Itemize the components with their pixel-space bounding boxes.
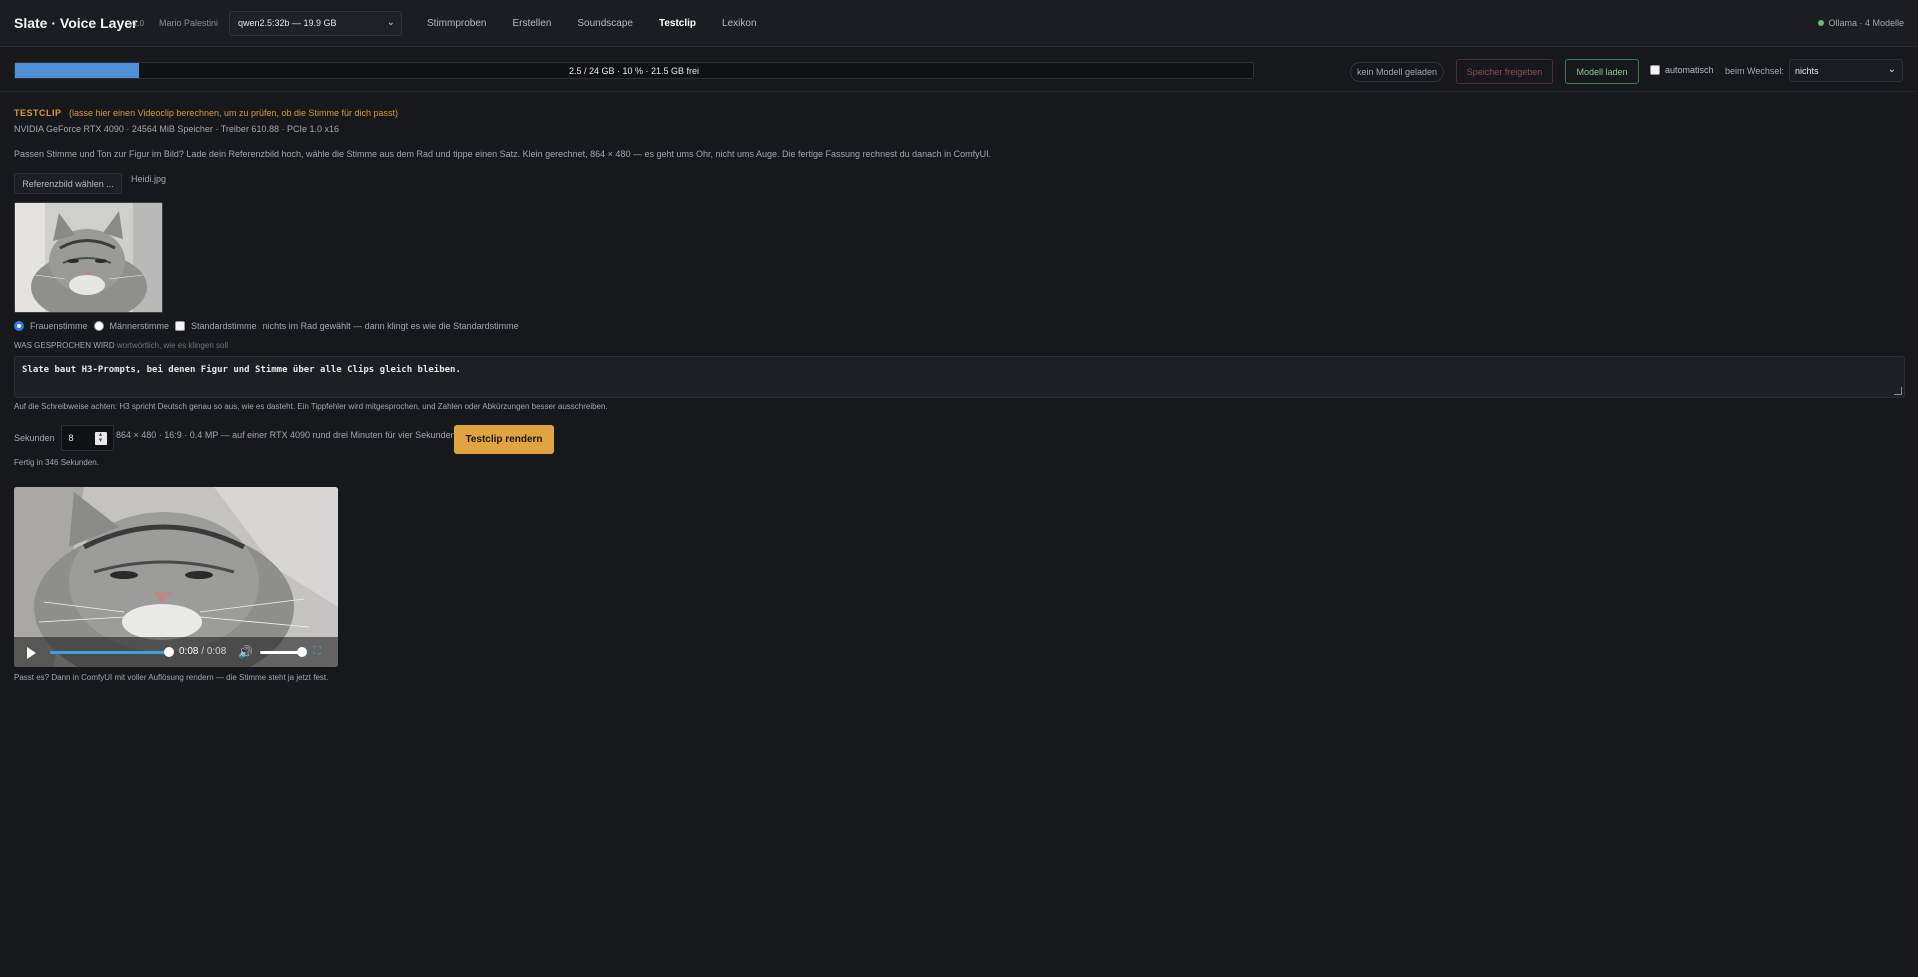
time-separator: /: [198, 646, 207, 657]
spoken-hint: wortwörtlich, wie es klingen soll: [116, 341, 228, 350]
seconds-row: Sekunden 8 ▴ ▾: [14, 425, 120, 451]
reference-thumbnail: [14, 202, 163, 313]
voice-female-label: Frauenstimme: [30, 321, 88, 331]
resize-handle[interactable]: [1894, 387, 1902, 395]
volume-knob[interactable]: [297, 647, 307, 657]
tab-bar: Stimmproben Erstellen Soundscape Testcli…: [418, 0, 774, 47]
chevron-down-icon: ⌄: [1887, 64, 1896, 75]
spoken-label-text: WAS GESPROCHEN WIRD: [14, 341, 115, 350]
seek-knob[interactable]: [164, 647, 174, 657]
voice-male-label: Männerstimme: [109, 321, 170, 331]
time-display: 0:08 / 0:08: [179, 646, 226, 657]
volume-icon[interactable]: 🔊: [238, 645, 253, 659]
render-spec: 864 × 480 · 16:9 · 0.4 MP — auf einer RT…: [116, 430, 456, 440]
model-select-value: qwen2.5:32b — 19.9 GB: [238, 18, 337, 28]
switch-select[interactable]: nichts ⌄: [1789, 59, 1903, 82]
fullscreen-icon[interactable]: ⛶: [313, 645, 321, 658]
final-note: Passt es? Dann in ComfyUI mit voller Auf…: [14, 673, 329, 682]
app-title: Slate · Voice Layer: [14, 15, 138, 31]
checkbox-icon[interactable]: [1650, 65, 1660, 75]
auto-label: automatisch: [1665, 65, 1714, 75]
app-version: v1.0: [129, 19, 145, 28]
ollama-status-text: Ollama · 4 Modelle: [1828, 18, 1904, 28]
time-current: 0:08: [179, 646, 199, 657]
spoken-text-value: Slate baut H3-Prompts, bei denen Figur u…: [22, 365, 461, 375]
spoken-text-input[interactable]: Slate baut H3-Prompts, bei denen Figur u…: [14, 356, 1905, 398]
model-select[interactable]: qwen2.5:32b — 19.9 GB ⌄: [229, 11, 402, 36]
volume-slider[interactable]: [260, 651, 300, 654]
vram-bar: 2.5 / 24 GB · 10 % · 21.5 GB frei kein M…: [0, 50, 1918, 92]
switch-select-value: nichts: [1795, 66, 1819, 76]
load-model-button[interactable]: Modell laden: [1565, 59, 1639, 84]
spoken-label: WAS GESPROCHEN WIRD wortwörtlich, wie es…: [14, 341, 228, 350]
voice-female-radio[interactable]: [14, 321, 24, 331]
author-name: Mario Palestini: [159, 18, 219, 28]
intro-text: Passen Stimme und Ton zur Figur im Bild?…: [14, 149, 992, 159]
tab-erstellen[interactable]: Erstellen: [503, 0, 560, 47]
ollama-status: Ollama · 4 Modelle: [1818, 18, 1904, 28]
vram-meter-text: 2.5 / 24 GB · 10 % · 21.5 GB frei: [568, 66, 700, 76]
section-title: TESTCLIP (lasse hier einen Videoclip ber…: [14, 108, 398, 118]
switch-label: beim Wechsel:: [1725, 66, 1784, 76]
reference-image-button[interactable]: Referenzbild wählen ...: [14, 173, 122, 194]
gpu-info: NVIDIA GeForce RTX 4090 · 24564 MiB Spei…: [14, 124, 339, 134]
reference-file-name: Heidi.jpg: [131, 174, 167, 184]
spelling-note: Auf die Schreibweise achten: H3 spricht …: [14, 402, 608, 411]
play-icon[interactable]: [27, 647, 36, 659]
voice-male-radio[interactable]: [93, 321, 104, 331]
seek-bar[interactable]: [50, 651, 168, 654]
status-dot-icon: [1818, 20, 1825, 26]
vram-meter: 2.5 / 24 GB · 10 % · 21.5 GB frei: [14, 62, 1254, 79]
video-controls: 0:08 / 0:08 🔊 ⛶: [14, 637, 338, 667]
free-memory-button[interactable]: Speicher freigeben: [1456, 59, 1553, 84]
section-heading: TESTCLIP: [14, 108, 62, 118]
seconds-input[interactable]: 8 ▴ ▾: [60, 425, 114, 451]
standard-voice-checkbox[interactable]: [175, 321, 186, 331]
tab-stimmproben[interactable]: Stimmproben: [418, 0, 495, 47]
voice-hint: nichts im Rad gewählt — dann klingt es w…: [262, 321, 519, 331]
loaded-model-pill: kein Modell geladen: [1350, 62, 1445, 82]
seconds-label: Sekunden: [14, 433, 55, 443]
spin-icon[interactable]: ▴ ▾: [94, 431, 107, 445]
auto-checkbox[interactable]: automatisch: [1650, 65, 1714, 75]
video-player[interactable]: 0:08 / 0:08 🔊 ⛶: [14, 487, 338, 667]
tab-soundscape[interactable]: Soundscape: [568, 0, 642, 47]
render-button[interactable]: Testclip rendern: [454, 425, 554, 454]
chevron-down-icon: ⌄: [386, 17, 395, 28]
section-subtitle: (lasse hier einen Videoclip berechnen, u…: [69, 108, 399, 118]
time-total: 0:08: [206, 646, 227, 657]
tab-testclip[interactable]: Testclip: [650, 0, 705, 47]
top-bar: Slate · Voice Layer v1.0 Mario Palestini…: [0, 0, 1918, 47]
tab-lexikon[interactable]: Lexikon: [713, 0, 765, 47]
voice-options: Frauenstimme Männerstimme Standardstimme…: [14, 321, 525, 331]
seconds-value: 8: [68, 433, 74, 443]
voice-standard-label: Standardstimme: [191, 321, 257, 331]
done-status: Fertig in 346 Sekunden.: [14, 458, 99, 467]
